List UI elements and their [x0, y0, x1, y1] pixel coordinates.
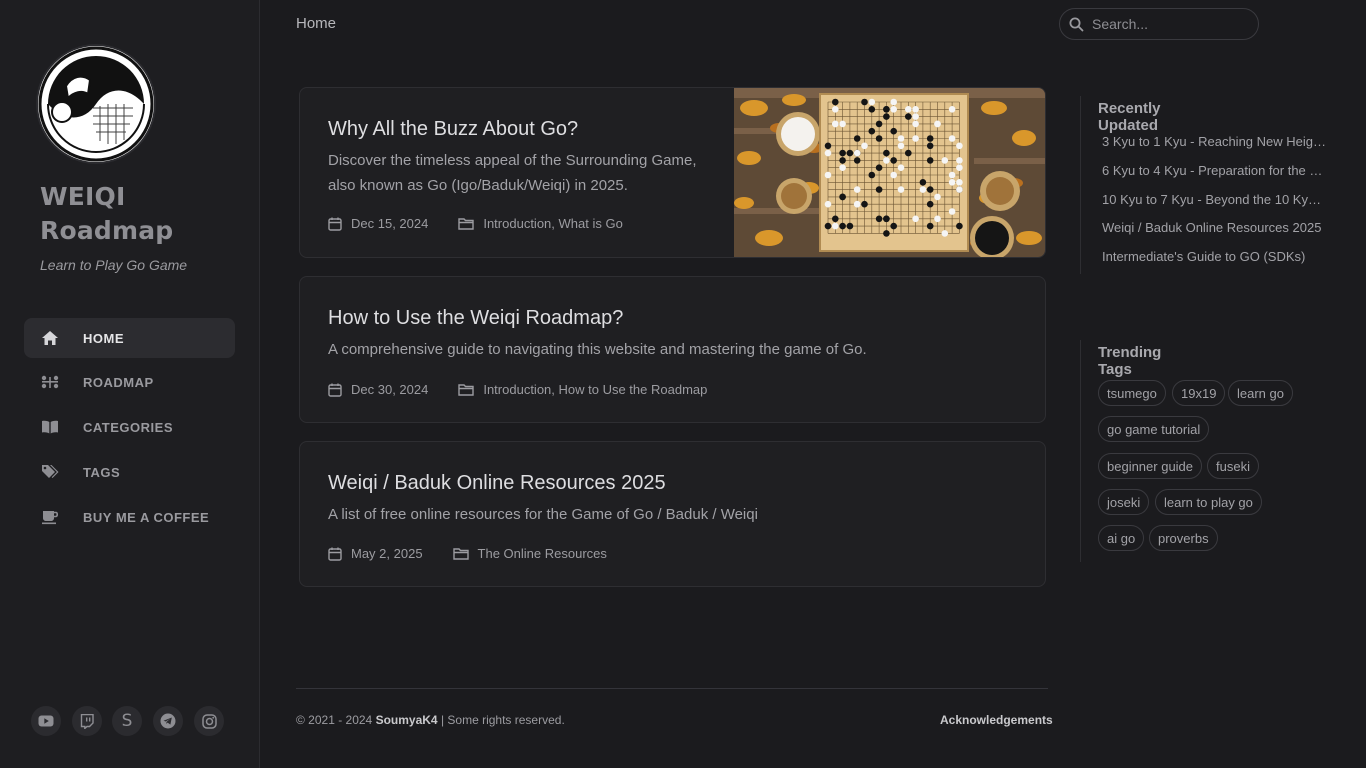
tag-chip[interactable]: 19x19 — [1172, 380, 1226, 406]
recently-updated-item[interactable]: Weiqi / Baduk Online Resources 2025 — [1102, 220, 1328, 235]
folder-icon — [458, 217, 475, 230]
s-button[interactable]: S — [112, 706, 142, 736]
site-title[interactable]: WEIQI Roadmap — [40, 180, 240, 248]
nav-item-categories[interactable]: CATEGORIES — [24, 407, 235, 447]
tag-chip[interactable]: beginner guide — [1098, 453, 1203, 479]
calendar-icon — [328, 547, 342, 561]
nav-item-home[interactable]: HOME — [24, 318, 235, 358]
telegram-button[interactable] — [153, 706, 183, 736]
calendar-icon — [328, 217, 342, 231]
copyright-prefix: © 2021 - 2024 — [296, 713, 376, 727]
breadcrumb[interactable]: Home — [296, 15, 336, 32]
tags-icon — [40, 462, 60, 482]
post-title[interactable]: Why All the Buzz About Go? — [328, 118, 578, 141]
recently-updated-heading: Recently Updated — [1098, 100, 1161, 134]
avatar[interactable] — [38, 46, 154, 162]
site-subtitle: Learn to Play Go Game — [40, 257, 188, 273]
calendar-icon — [328, 383, 342, 397]
instagram-icon — [201, 713, 217, 729]
roadmap-icon — [40, 372, 60, 392]
coffee-icon — [40, 507, 60, 527]
tag-chip[interactable]: learn to play go — [1155, 489, 1262, 515]
book-icon — [40, 417, 60, 437]
acknowledgements-link[interactable]: Acknowledgements — [940, 713, 1053, 727]
folder-icon — [452, 547, 469, 560]
post-meta: Dec 30, 2024 Introduction, How to Use th… — [328, 382, 707, 397]
recently-updated-item[interactable]: 10 Kyu to 7 Kyu - Beyond the 10 Kyu Barr… — [1102, 192, 1328, 207]
youtube-button[interactable] — [31, 706, 61, 736]
post-image — [734, 88, 1045, 257]
post-card[interactable]: Weiqi / Baduk Online Resources 2025 A li… — [299, 441, 1046, 587]
tag-chip[interactable]: ai go — [1098, 525, 1145, 551]
copyright: © 2021 - 2024 SoumyaK4 | Some rights res… — [296, 713, 565, 727]
post-title[interactable]: Weiqi / Baduk Online Resources 2025 — [328, 472, 666, 495]
post-categories[interactable]: Introduction, How to Use the Roadmap — [483, 382, 707, 397]
search-input[interactable] — [1090, 15, 1244, 33]
s-icon: S — [121, 711, 133, 731]
post-title[interactable]: How to Use the Weiqi Roadmap? — [328, 307, 623, 330]
post-description: Discover the timeless appeal of the Surr… — [328, 148, 697, 198]
post-categories[interactable]: Introduction, What is Go — [483, 216, 622, 231]
folder-icon — [458, 383, 475, 396]
tag-chip[interactable]: joseki — [1098, 489, 1150, 515]
post-meta: Dec 15, 2024 Introduction, What is Go — [328, 216, 623, 231]
tag-chip[interactable]: fuseki — [1207, 453, 1259, 479]
post-date: Dec 15, 2024 — [351, 216, 429, 231]
nav-label: ROADMAP — [83, 374, 154, 390]
tag-chip[interactable]: go game tutorial — [1098, 416, 1210, 442]
tag-chip[interactable]: tsumego — [1098, 380, 1166, 406]
nav-label: BUY ME A COFFEE — [83, 509, 210, 525]
nav-label: TAGS — [83, 464, 121, 480]
nav-label: CATEGORIES — [83, 419, 173, 435]
post-description: A comprehensive guide to navigating this… — [328, 341, 867, 358]
post-categories[interactable]: The Online Resources — [478, 546, 607, 561]
instagram-button[interactable] — [194, 706, 224, 736]
trending-tags-panel: Trending Tags tsumego 19x19 learn go go … — [1080, 340, 1293, 562]
home-icon — [40, 328, 60, 348]
post-meta: May 2, 2025 The Online Resources — [328, 546, 607, 561]
tag-chip[interactable]: learn go — [1228, 380, 1293, 406]
post-date: Dec 30, 2024 — [351, 382, 429, 397]
youtube-icon — [38, 715, 54, 727]
post-date: May 2, 2025 — [351, 546, 423, 561]
telegram-icon — [160, 713, 176, 729]
twitch-button[interactable] — [72, 706, 102, 736]
nav-label: HOME — [83, 330, 124, 346]
recently-updated-item[interactable]: 3 Kyu to 1 Kyu - Reaching New Heights — [1102, 134, 1328, 149]
recently-updated-item[interactable]: Intermediate's Guide to GO (SDKs) — [1102, 249, 1328, 264]
post-card[interactable]: Why All the Buzz About Go? Discover the … — [299, 87, 1046, 258]
nav-item-tags[interactable]: TAGS — [24, 452, 235, 492]
search-box[interactable] — [1059, 8, 1259, 40]
rights-text: | Some rights reserved. — [437, 713, 565, 727]
post-description: A list of free online resources for the … — [328, 506, 758, 523]
post-description-line: Discover the timeless appeal of the Surr… — [328, 152, 697, 169]
sidebar: WEIQI Roadmap Learn to Play Go Game HOME… — [0, 0, 260, 768]
scrollbar[interactable] — [1351, 0, 1366, 768]
author-link[interactable]: SoumyaK4 — [376, 713, 438, 727]
post-description-line: also known as Go (Igo/Baduk/Weiqi) in 20… — [328, 177, 628, 194]
post-card[interactable]: How to Use the Weiqi Roadmap? A comprehe… — [299, 276, 1046, 423]
nav-item-roadmap[interactable]: ROADMAP — [24, 362, 235, 402]
footer-divider — [296, 688, 1048, 689]
recently-updated-panel: Recently Updated 3 Kyu to 1 Kyu - Reachi… — [1080, 96, 1328, 274]
recently-updated-item[interactable]: 6 Kyu to 4 Kyu - Preparation for the Dan — [1102, 163, 1328, 178]
nav-item-buy-me-a-coffee[interactable]: BUY ME A COFFEE — [24, 497, 235, 537]
tag-chip[interactable]: proverbs — [1149, 525, 1218, 551]
search-icon — [1069, 17, 1084, 31]
twitch-icon — [80, 713, 94, 729]
trending-tags-heading: Trending Tags — [1098, 344, 1162, 378]
